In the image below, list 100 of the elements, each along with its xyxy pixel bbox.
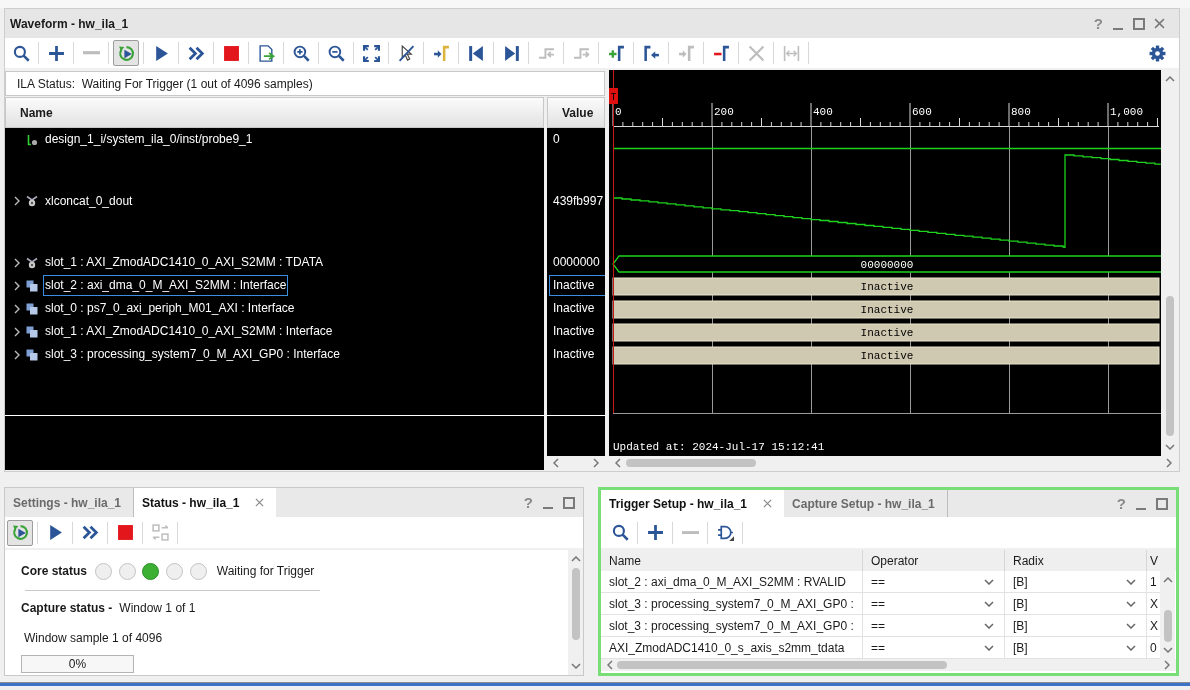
- panel-tab[interactable]: Status - hw_ila_1: [134, 488, 277, 517]
- zoom-in-icon: [292, 44, 310, 62]
- operator-dropdown[interactable]: ==: [863, 571, 1005, 592]
- signal-value: Inactive: [552, 346, 596, 363]
- chevron-down-icon[interactable]: [984, 600, 994, 607]
- expand-chevron-icon[interactable]: [14, 303, 20, 314]
- chevron-down-icon[interactable]: [1162, 647, 1173, 653]
- maximize-icon[interactable]: [1133, 17, 1145, 30]
- chevron-left-icon[interactable]: [607, 660, 613, 670]
- skip-end-icon: [502, 44, 520, 62]
- expand-chevron-icon[interactable]: [14, 326, 20, 337]
- stop-icon: [222, 44, 240, 62]
- operator-dropdown[interactable]: ==: [863, 637, 1005, 658]
- trigger-marker: T: [609, 88, 618, 104]
- bracket-arrow-icon: [642, 44, 660, 62]
- ruler-label: 800: [1011, 106, 1031, 118]
- operator-dropdown[interactable]: ==: [863, 615, 1005, 636]
- minus-bracket-icon: [712, 44, 730, 62]
- signal-name[interactable]: slot_3 : processing_system7_0_M_AXI_GP0 : Interface: [43, 344, 342, 365]
- horizontal-scrollbar[interactable]: [601, 659, 1176, 671]
- bracket-arrows-icon: [782, 44, 800, 62]
- close-icon[interactable]: [763, 499, 773, 508]
- progress-label: 0%: [68, 657, 87, 671]
- cross-icon: [747, 44, 765, 62]
- search-icon: [12, 44, 30, 62]
- chevron-right-icon[interactable]: [1166, 458, 1172, 468]
- chevron-up-icon[interactable]: [1164, 76, 1175, 82]
- chevron-right-icon[interactable]: [1164, 660, 1170, 670]
- chevron-up-icon[interactable]: [1162, 577, 1173, 583]
- chevron-down-icon[interactable]: [984, 622, 994, 629]
- chevron-right-icon[interactable]: [593, 458, 599, 468]
- expand-chevron-icon[interactable]: [14, 196, 20, 206]
- circular-arrow-play-icon: [11, 524, 29, 541]
- bus-signal-icon: [26, 195, 38, 207]
- expand-chevron-icon[interactable]: [14, 280, 20, 291]
- minus-icon: [681, 530, 699, 535]
- chevron-down-icon[interactable]: [1164, 444, 1175, 450]
- chevron-up-icon[interactable]: [570, 556, 581, 562]
- scrollbar-thumb[interactable]: [1163, 610, 1172, 642]
- chevron-down-icon[interactable]: [1126, 622, 1136, 629]
- skip-start-icon: [467, 44, 485, 62]
- column-header[interactable]: Name: [601, 550, 863, 571]
- table-cell-text: 0: [1149, 639, 1158, 657]
- bus-signal-icon: [26, 256, 38, 269]
- chevron-down-icon[interactable]: [1126, 644, 1136, 651]
- signal-name[interactable]: slot_1 : AXI_ZmodADC1410_0_AXI_S2MM : TDATA: [43, 252, 326, 273]
- radix-dropdown[interactable]: [B]: [1005, 593, 1147, 614]
- trace-bar: Inactive: [612, 300, 1160, 319]
- chevron-down-icon[interactable]: [984, 578, 994, 585]
- window-sample-text: Window sample 1 of 4096: [24, 630, 163, 646]
- core-status-label: Core status: [21, 564, 88, 578]
- circular-arrow-play-icon: [117, 44, 135, 62]
- run-immediate-button[interactable]: [7, 519, 33, 546]
- column-header[interactable]: Operator: [863, 550, 1005, 571]
- ruler-label: 400: [813, 106, 833, 118]
- signal-value: Inactive: [552, 323, 596, 340]
- signal-name[interactable]: design_1_i/system_ila_0/inst/probe9_1: [43, 129, 255, 150]
- stacked-squares-icon: [26, 302, 38, 315]
- column-header[interactable]: Value: [547, 97, 605, 128]
- radix-dropdown[interactable]: [B]: [1005, 615, 1147, 636]
- column-header[interactable]: V: [1147, 550, 1160, 571]
- table-cell: slot_3 : processing_system7_0_M_AXI_GP0 :: [601, 615, 863, 636]
- core-status-text: Waiting for Trigger: [216, 564, 315, 578]
- capture-status-label: Capture status -: [21, 601, 113, 615]
- scrollbar-thumb[interactable]: [617, 661, 947, 669]
- vertical-scrollbar[interactable]: [568, 550, 583, 675]
- run-immediate-button[interactable]: [113, 40, 139, 66]
- chevron-down-icon[interactable]: [984, 644, 994, 651]
- maximize-icon[interactable]: [1156, 497, 1168, 510]
- radix-dropdown[interactable]: [B]: [1005, 571, 1147, 592]
- maximize-icon[interactable]: [563, 496, 575, 509]
- window-title: Waveform - hw_ila_1: [10, 16, 129, 31]
- expand-chevron-icon[interactable]: [14, 257, 20, 268]
- column-header[interactable]: Name: [5, 97, 544, 128]
- stacked-squares-icon: [26, 279, 38, 292]
- close-icon[interactable]: [1154, 18, 1165, 29]
- chevron-down-icon[interactable]: [570, 663, 581, 669]
- scrollbar-thumb[interactable]: [626, 459, 756, 467]
- chevron-left-icon[interactable]: [615, 458, 621, 468]
- expand-chevron-icon[interactable]: [14, 349, 20, 360]
- panel-tab[interactable]: Trigger Setup - hw_ila_1: [601, 490, 785, 517]
- signal-name[interactable]: slot_0 : ps7_0_axi_periph_M01_AXI : Interface: [43, 298, 297, 319]
- chevron-down-icon[interactable]: [1126, 578, 1136, 585]
- close-icon[interactable]: [255, 498, 265, 507]
- column-header[interactable]: Radix: [1005, 550, 1147, 571]
- signal-name[interactable]: slot_2 : axi_dma_0_M_AXI_S2MM : Interface: [43, 275, 289, 296]
- radix-dropdown[interactable]: [B]: [1005, 637, 1147, 658]
- operator-dropdown[interactable]: ==: [863, 593, 1005, 614]
- signal-name[interactable]: slot_1 : AXI_ZmodADC1410_0_AXI_S2MM : Interface: [43, 321, 335, 342]
- crossed-cursor-icon: [397, 44, 415, 62]
- chevron-down-icon[interactable]: [1126, 600, 1136, 607]
- chevron-left-icon[interactable]: [553, 458, 559, 468]
- stop-icon: [116, 524, 134, 541]
- scrollbar-thumb[interactable]: [571, 568, 580, 640]
- scrollbar-thumb[interactable]: [1165, 296, 1174, 436]
- double-chevron-icon: [81, 524, 99, 541]
- double-chevron-icon: [187, 44, 205, 62]
- logic-gate-icon: [716, 524, 734, 541]
- signal-name[interactable]: xlconcat_0_dout: [43, 190, 135, 212]
- table-cell: slot_3 : processing_system7_0_M_AXI_GP0 :: [601, 593, 863, 614]
